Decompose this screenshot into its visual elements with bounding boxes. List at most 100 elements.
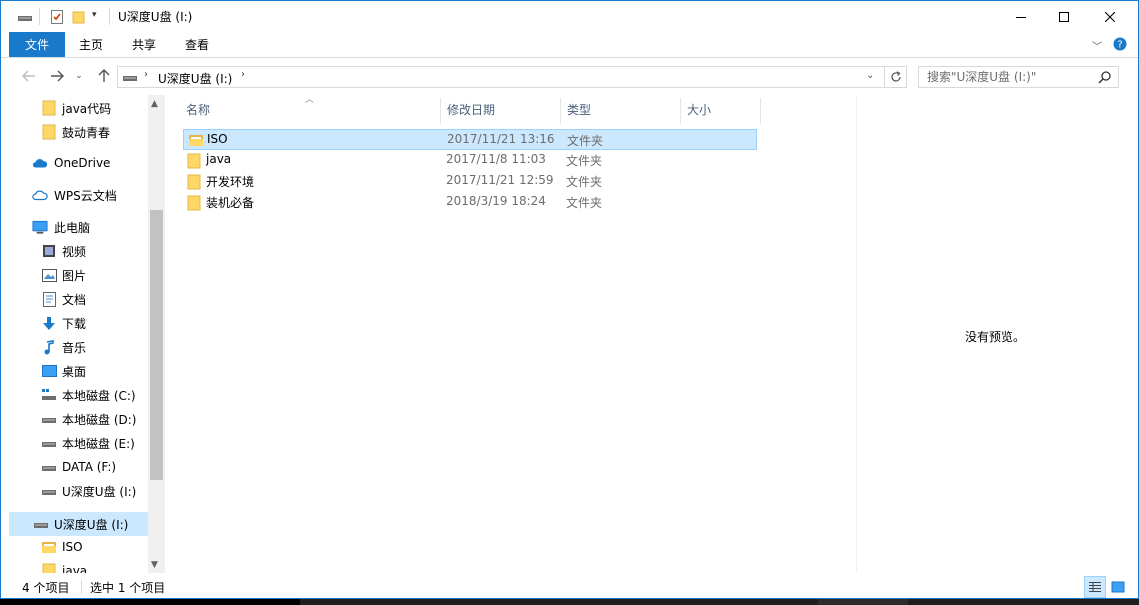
svg-text:?: ? bbox=[1117, 40, 1122, 51]
maximize-button[interactable] bbox=[1041, 1, 1087, 32]
column-divider[interactable] bbox=[680, 98, 681, 124]
nav-item-label: 本地磁盘 (C:) bbox=[62, 388, 136, 403]
nav-pane-scrollbar-thumb[interactable] bbox=[150, 210, 163, 480]
nav-item-label: OneDrive bbox=[54, 156, 111, 170]
scroll-down-arrow-icon[interactable]: ▼ bbox=[151, 560, 158, 570]
nav-item-drive-f[interactable]: DATA (F:) bbox=[1, 455, 148, 479]
column-header-type[interactable]: 类型 bbox=[567, 95, 677, 123]
music-icon bbox=[41, 339, 57, 355]
column-divider[interactable] bbox=[760, 98, 761, 124]
column-divider[interactable] bbox=[440, 98, 441, 124]
new-folder-icon[interactable] bbox=[71, 9, 87, 25]
nav-item-gudong-qingchun[interactable]: 鼓动青春 bbox=[1, 120, 148, 144]
file-row-java[interactable]: java 2017/11/8 11:03 文件夹 bbox=[183, 150, 757, 171]
refresh-button[interactable] bbox=[885, 66, 907, 88]
scroll-up-arrow-icon[interactable]: ▲ bbox=[151, 99, 158, 109]
address-bar[interactable]: › U深度U盘 (I:) › ⌄ bbox=[117, 66, 885, 88]
breadcrumb-chevron-icon[interactable]: › bbox=[144, 69, 148, 80]
nav-item-documents[interactable]: 文档 bbox=[1, 287, 148, 311]
nav-item-drive-e[interactable]: 本地磁盘 (E:) bbox=[1, 431, 148, 455]
file-row-essentials[interactable]: 装机必备 2018/3/19 18:24 文件夹 bbox=[183, 192, 757, 213]
column-header-date[interactable]: 修改日期 bbox=[447, 95, 557, 123]
search-input[interactable] bbox=[919, 67, 1094, 87]
ribbon-tabs: 文件 主页 共享 查看 ﹀ ? bbox=[1, 32, 1138, 58]
nav-item-desktop[interactable]: 桌面 bbox=[1, 359, 148, 383]
nav-item-iso[interactable]: ISO bbox=[1, 535, 148, 559]
nav-item-label: 视频 bbox=[62, 244, 87, 259]
search-box[interactable] bbox=[918, 66, 1119, 88]
usb-drive-icon bbox=[33, 516, 49, 532]
nav-item-label: ISO bbox=[62, 540, 83, 554]
nav-item-downloads[interactable]: 下载 bbox=[1, 311, 148, 335]
nav-item-label: U深度U盘 (I:) bbox=[54, 517, 129, 532]
taskbar-edge bbox=[300, 599, 1139, 605]
column-header-size[interactable]: 大小 bbox=[687, 95, 757, 123]
file-name: ISO bbox=[207, 132, 228, 146]
search-icon[interactable] bbox=[1098, 70, 1112, 87]
title-bar: ▾ U深度U盘 (I:) bbox=[1, 1, 1138, 32]
file-date: 2017/11/8 11:03 bbox=[446, 152, 546, 166]
forward-arrow-icon[interactable] bbox=[47, 67, 67, 85]
onedrive-cloud-icon bbox=[32, 155, 48, 171]
address-history-chevron-icon[interactable]: ⌄ bbox=[866, 70, 874, 81]
details-view-icon bbox=[1089, 582, 1101, 592]
minimize-button[interactable] bbox=[998, 1, 1044, 32]
nav-item-label: 桌面 bbox=[62, 364, 87, 379]
nav-item-music[interactable]: 音乐 bbox=[1, 335, 148, 359]
nav-item-label: 此电脑 bbox=[54, 220, 91, 235]
up-arrow-icon[interactable] bbox=[94, 67, 114, 85]
large-icons-view-icon bbox=[1111, 581, 1125, 593]
this-pc-icon bbox=[32, 219, 48, 235]
file-type: 文件夹 bbox=[567, 134, 604, 148]
nav-item-label: DATA (F:) bbox=[62, 460, 117, 474]
recent-locations-chevron-icon[interactable]: ⌄ bbox=[72, 67, 86, 85]
preview-pane-divider[interactable] bbox=[856, 95, 857, 573]
nav-item-label: 图片 bbox=[62, 268, 87, 283]
large-icons-view-button[interactable] bbox=[1107, 576, 1129, 598]
nav-item-label: 文档 bbox=[62, 292, 87, 307]
properties-icon[interactable] bbox=[49, 9, 65, 25]
nav-item-onedrive[interactable]: OneDrive bbox=[1, 151, 148, 175]
pictures-icon bbox=[41, 267, 57, 283]
item-count: 4 个项目 bbox=[22, 581, 70, 595]
drive-icon bbox=[41, 459, 57, 475]
breadcrumb-location[interactable]: U深度U盘 (I:) bbox=[158, 70, 232, 87]
back-arrow-icon[interactable] bbox=[19, 67, 39, 85]
nav-item-java-code[interactable]: java代码 bbox=[1, 96, 148, 120]
nav-item-wps-cloud[interactable]: WPS云文档 bbox=[1, 183, 148, 207]
expand-ribbon-chevron-icon[interactable]: ﹀ bbox=[1092, 38, 1102, 53]
file-row-dev-env[interactable]: 开发环境 2017/11/21 12:59 文件夹 bbox=[183, 171, 757, 192]
close-button[interactable] bbox=[1087, 1, 1133, 32]
drive-icon[interactable] bbox=[17, 9, 33, 25]
nav-item-drive-d[interactable]: 本地磁盘 (D:) bbox=[1, 407, 148, 431]
nav-item-java[interactable]: java bbox=[1, 559, 148, 573]
file-row-iso[interactable]: ISO 2017/11/21 13:16 文件夹 bbox=[183, 129, 757, 150]
explorer-window: ▾ U深度U盘 (I:) 文件 主页 共享 查看 ﹀ ? ⌄ › U深度U盘 (… bbox=[0, 0, 1139, 599]
breadcrumb-chevron-icon[interactable]: › bbox=[241, 69, 245, 80]
nav-item-this-pc[interactable]: 此电脑 bbox=[1, 215, 148, 239]
tab-file[interactable]: 文件 bbox=[9, 32, 65, 57]
nav-item-label: 音乐 bbox=[62, 340, 87, 355]
folder-icon bbox=[188, 133, 204, 150]
nav-item-pictures[interactable]: 图片 bbox=[1, 263, 148, 287]
file-name: 开发环境 bbox=[206, 175, 255, 189]
column-divider[interactable] bbox=[560, 98, 561, 124]
nav-item-drive-i-root[interactable]: U深度U盘 (I:) bbox=[9, 512, 148, 536]
file-name: java bbox=[206, 152, 232, 166]
tab-view[interactable]: 查看 bbox=[175, 32, 219, 57]
nav-item-drive-i[interactable]: U深度U盘 (I:) bbox=[1, 479, 148, 503]
file-name: 装机必备 bbox=[206, 196, 255, 210]
qat-divider bbox=[39, 8, 40, 25]
taskbar-button-edge bbox=[818, 599, 908, 605]
tab-share[interactable]: 共享 bbox=[122, 32, 166, 57]
help-icon[interactable]: ? bbox=[1113, 37, 1127, 54]
navigation-bar: ⌄ › U深度U盘 (I:) › ⌄ bbox=[1, 58, 1138, 95]
status-divider bbox=[81, 580, 82, 594]
nav-item-drive-c[interactable]: 本地磁盘 (C:) bbox=[1, 383, 148, 407]
nav-item-videos[interactable]: 视频 bbox=[1, 239, 148, 263]
qat-customize-icon[interactable]: ▾ bbox=[92, 10, 97, 20]
details-view-button[interactable] bbox=[1084, 576, 1106, 598]
tab-home[interactable]: 主页 bbox=[69, 32, 113, 57]
column-header-name[interactable]: 名称 bbox=[186, 95, 436, 123]
nav-item-label: 下载 bbox=[62, 316, 87, 331]
